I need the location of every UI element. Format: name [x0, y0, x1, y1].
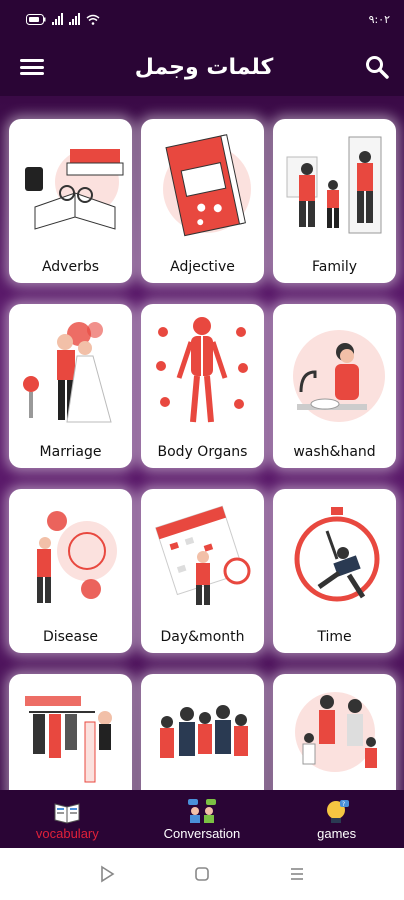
- menu-icon[interactable]: [20, 57, 44, 77]
- category-card-family-group[interactable]: [273, 674, 396, 790]
- search-icon[interactable]: [364, 54, 390, 80]
- category-card-time[interactable]: Time: [273, 489, 396, 653]
- family-illustration-icon: [286, 136, 382, 234]
- svg-text:?: ?: [342, 801, 345, 808]
- nav-label: games: [317, 825, 357, 841]
- page-title: كلمات وجمل: [134, 54, 274, 80]
- category-label: Adverbs: [41, 259, 100, 275]
- calendar-illustration-icon: [155, 505, 251, 605]
- category-label: Adjective: [170, 259, 235, 275]
- handwash-illustration-icon: [293, 330, 385, 422]
- books-illustration-icon: [25, 149, 124, 230]
- category-card-people[interactable]: [141, 674, 264, 790]
- status-icons: [26, 13, 100, 25]
- category-label: wash&hand: [293, 444, 376, 460]
- category-card-body-organs[interactable]: Body Organs: [141, 304, 264, 468]
- nav-label: vocabulary: [35, 825, 99, 841]
- category-grid-area: Adverbs Adjective Family Marriage Body O…: [0, 96, 404, 790]
- category-label: Marriage: [39, 444, 102, 460]
- wifi-icon: [86, 14, 100, 25]
- cookbook-illustration-icon: [163, 134, 251, 237]
- book-icon: [54, 802, 80, 824]
- signal-icon: [69, 13, 80, 25]
- family-group-illustration-icon: [295, 692, 377, 772]
- category-card-adjective[interactable]: Adjective: [141, 119, 264, 283]
- home-square-icon[interactable]: [192, 864, 212, 884]
- clock-illustration-icon: [294, 507, 380, 602]
- anatomy-illustration-icon: [156, 317, 248, 423]
- category-card-clothes[interactable]: [9, 674, 132, 790]
- app-bar: كلمات وجمل: [0, 38, 404, 96]
- category-label: Disease: [42, 629, 99, 645]
- category-card-disease[interactable]: Disease: [9, 489, 132, 653]
- category-label: Body Organs: [157, 444, 248, 460]
- category-card-marriage[interactable]: Marriage: [9, 304, 132, 468]
- people-group-illustration-icon: [160, 705, 248, 758]
- category-grid: Adverbs Adjective Family Marriage Body O…: [9, 119, 396, 790]
- category-card-wash-hand[interactable]: wash&hand: [273, 304, 396, 468]
- category-card-family[interactable]: Family: [273, 119, 396, 283]
- system-navigation-bar: [0, 848, 404, 900]
- games-icon: ?: [326, 799, 349, 823]
- category-label: Day&month: [160, 629, 245, 645]
- category-label: Time: [317, 629, 352, 645]
- status-time: ٩:٠٢: [368, 12, 390, 26]
- bottom-navigation: vocabulary Conversation ? games: [0, 790, 404, 848]
- recents-menu-icon[interactable]: [287, 864, 307, 884]
- nav-vocabulary[interactable]: vocabulary: [7, 798, 127, 841]
- category-label: Family: [311, 259, 358, 275]
- battery-icon: [26, 13, 46, 25]
- disease-illustration-icon: [37, 511, 117, 603]
- nav-label: Conversation: [163, 825, 241, 841]
- category-card-day-month[interactable]: Day&month: [141, 489, 264, 653]
- nav-conversation[interactable]: Conversation: [142, 798, 262, 841]
- status-bar: ٩:٠٢: [0, 0, 404, 38]
- category-card-adverbs[interactable]: Adverbs: [9, 119, 132, 283]
- nav-games[interactable]: ? games: [277, 798, 397, 841]
- clothes-rack-illustration-icon: [25, 696, 112, 783]
- signal-icon: [52, 13, 63, 25]
- conversation-icon: [187, 798, 216, 823]
- back-triangle-icon[interactable]: [97, 864, 117, 884]
- wedding-couple-illustration-icon: [23, 322, 112, 423]
